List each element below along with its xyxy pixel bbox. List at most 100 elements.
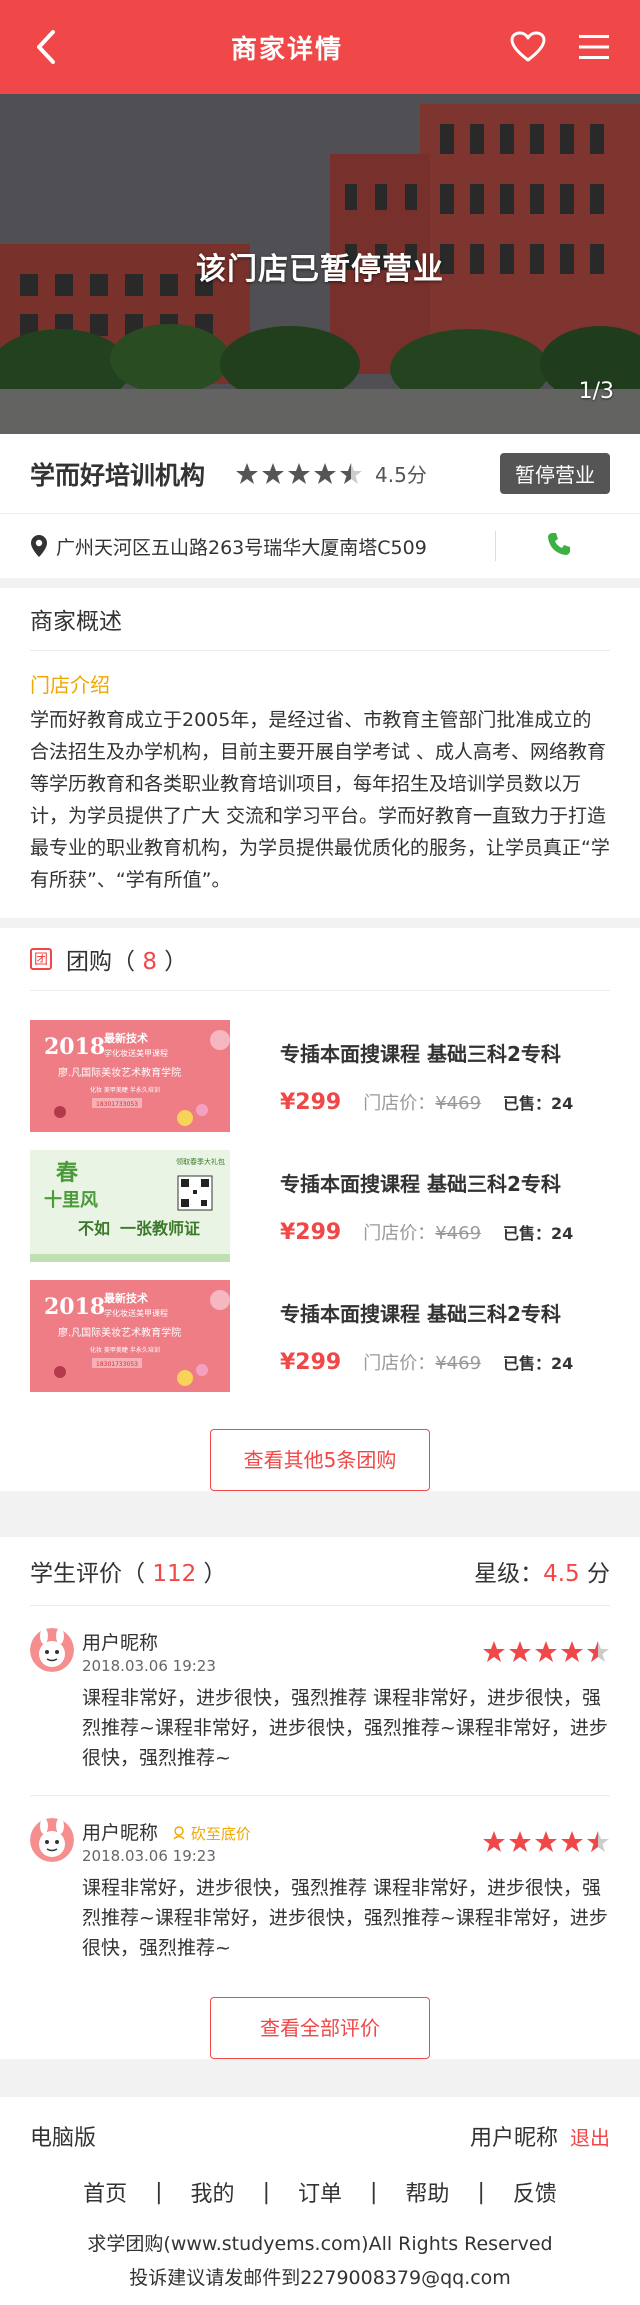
deal-name: 专插本面搜课程 基础三科2专科: [280, 1171, 561, 1196]
section-gap: [0, 1527, 640, 1537]
deal-info: 专插本面搜课程 基础三科2专科 ¥299 门店价：¥469 已售：24: [280, 1038, 610, 1115]
store-price-value: ¥469: [435, 1092, 482, 1114]
shop-info-card: 学而好培训机构 4.5分 暂停营业 广州天河区五山路263号瑞华大厦南塔C509: [0, 434, 640, 578]
user-nickname: 用户昵称: [82, 1632, 159, 1654]
shop-address: 广州天河区五山路263号瑞华大厦南塔C509: [56, 536, 427, 559]
star-half-icon: [340, 462, 363, 484]
carousel-counter: 1/3: [578, 379, 614, 404]
footer-nav-help[interactable]: 帮助: [405, 2176, 449, 2208]
star-full-icon: [509, 1640, 531, 1662]
deal-price: ¥299: [280, 1349, 342, 1375]
phone-icon[interactable]: [546, 531, 572, 561]
page-title: 商家详情: [230, 34, 343, 65]
shop-name: 学而好培训机构: [30, 460, 206, 490]
intro-label: 门店介绍: [30, 673, 110, 697]
group-list: 2018 最新技术 学化妆送美甲课程 廖.凡国际美妆艺术教育学院 化妆 美甲美睫…: [30, 990, 610, 1491]
footer-copyright: 求学团购(www.studyems.com)All Rights Reserve…: [30, 2217, 610, 2305]
overall-star-level: 星级：4.5 分: [474, 1554, 610, 1588]
review-date: 2018.03.06 19:23: [82, 1847, 216, 1865]
deal-name: 专插本面搜课程 基础三科2专科: [280, 1041, 561, 1066]
deal-info: 专插本面搜课程 基础三科2专科 ¥299 门店价：¥469 已售：24: [280, 1168, 610, 1245]
menu-icon[interactable]: [576, 29, 612, 65]
more-deals-button[interactable]: 查看其他5条团购: [210, 1429, 430, 1491]
address-row[interactable]: 广州天河区五山路263号瑞华大厦南塔C509: [0, 514, 640, 578]
store-price-label: 门店价：: [363, 1222, 436, 1244]
group-title-label: 团购: [66, 949, 112, 975]
section-gap: [0, 2087, 640, 2097]
reviews-title-label: 学生评价: [30, 1561, 122, 1587]
group-count: 8: [142, 949, 157, 975]
location-pin-icon: [31, 535, 47, 557]
deal-prices: ¥299 门店价：¥469 已售：24: [280, 1349, 610, 1375]
nav-separator: |: [262, 2179, 270, 2205]
store-price-value: ¥469: [435, 1352, 482, 1374]
star-full-icon: [509, 1830, 531, 1852]
review-item: 用户昵称 砍至底价 2018.03.06 19:23 课程非常好，进步很快，强烈…: [30, 1795, 610, 1985]
store-price: 门店价：¥469: [363, 1219, 481, 1245]
logout-link[interactable]: 退出: [570, 2126, 610, 2150]
store-price-value: ¥469: [435, 1222, 482, 1244]
deal-item[interactable]: 2018 最新技术 学化妆送美甲课程 廖.凡国际美妆艺术教育学院 化妆 美甲美睫…: [30, 1011, 610, 1141]
contact-text: 投诉建议请发邮件到2279008379@qq.com: [129, 2267, 511, 2289]
top-header: 商家详情: [0, 0, 640, 94]
deal-item[interactable]: 春 十里风 不如 一张教师证 领取春季大礼包 专插本面搜课程 基础三科2专科 ¥…: [30, 1141, 610, 1271]
store-price-label: 门店价：: [363, 1092, 436, 1114]
sold-count: 已售：24: [503, 1093, 574, 1113]
store-photo-carousel[interactable]: 该门店已暂停营业 1/3: [0, 94, 640, 434]
section-gap: [0, 578, 640, 588]
star-full-icon: [535, 1640, 557, 1662]
footer-nav-home[interactable]: 首页: [83, 2176, 127, 2208]
deal-image-pink: 2018 最新技术 学化妆送美甲课程 廖.凡国际美妆艺术教育学院 化妆 美甲美睫…: [30, 1280, 230, 1392]
nav-separator: |: [155, 2179, 163, 2205]
footer-nav-mine[interactable]: 我的: [191, 2176, 235, 2208]
avatar[interactable]: [30, 1818, 74, 1862]
pc-version-link[interactable]: 电脑版: [30, 2120, 96, 2152]
nav-separator: |: [477, 2179, 485, 2205]
copyright-text: 求学团购(www.studyems.com)All Rights Reserve…: [87, 2233, 553, 2255]
group-title-text: 团购（ 8 ）: [66, 949, 188, 975]
sold-count: 已售：24: [503, 1353, 574, 1373]
deal-image-line3: 廖.凡国际美妆艺术教育学院: [58, 1326, 181, 1339]
star-level-value: 4.5: [543, 1561, 580, 1587]
star-full-icon: [535, 1830, 557, 1852]
deal-image-line4: 化妆 美甲美睫 半永久培训: [90, 1346, 160, 1354]
deal-image-pink: 2018 最新技术 学化妆送美甲课程 廖.凡国际美妆艺术教育学院 化妆 美甲美睫…: [30, 1020, 230, 1132]
heart-icon[interactable]: [510, 29, 546, 65]
status-badge: 暂停营业: [500, 453, 610, 494]
deal-info: 专插本面搜课程 基础三科2专科 ¥299 门店价：¥469 已售：24: [280, 1298, 610, 1375]
star-full-icon: [561, 1830, 583, 1852]
review-stars: [482, 1818, 610, 1865]
review-meta: 用户昵称 2018.03.06 19:23: [82, 1628, 216, 1675]
deal-price: ¥299: [280, 1089, 342, 1115]
footer-nav-orders[interactable]: 订单: [298, 2176, 342, 2208]
deal-image-year: 2018: [44, 1294, 105, 1320]
header-actions: [510, 29, 612, 65]
deal-item[interactable]: 2018 最新技术 学化妆送美甲课程 廖.凡国际美妆艺术教育学院 化妆 美甲美睫…: [30, 1271, 610, 1401]
store-price: 门店价：¥469: [363, 1089, 481, 1115]
overview-body: 门店介绍 学而好教育成立于2005年，是经过省、市教育主管部门批准成立的合法招生…: [30, 650, 610, 918]
star-level-unit: 分: [587, 1561, 610, 1587]
deal-image-phone: 18301733053: [96, 1361, 138, 1368]
divider: [495, 531, 496, 561]
review-top: 用户昵称 砍至底价 2018.03.06 19:23: [82, 1818, 610, 1865]
deal-image-word4: 一张教师证: [120, 1219, 200, 1238]
star-full-icon: [236, 462, 259, 484]
review-text: 课程非常好，进步很快，强烈推荐 课程非常好，进步很快，强烈推荐~课程非常好，进步…: [82, 1687, 608, 1769]
footer-nav-feedback[interactable]: 反馈: [513, 2176, 557, 2208]
group-title: 团 团购（ 8 ）: [0, 928, 640, 990]
avatar[interactable]: [30, 1628, 74, 1672]
store-price-label: 门店价：: [363, 1352, 436, 1374]
deal-image-word2: 十里风: [44, 1189, 98, 1211]
star-full-icon: [314, 462, 337, 484]
footer-username[interactable]: 用户昵称: [470, 2126, 558, 2151]
deal-image-line1: 最新技术: [104, 1291, 148, 1305]
deal-image-side: 领取春季大礼包: [176, 1157, 225, 1166]
deal-image-line2: 学化妆送美甲课程: [104, 1048, 168, 1058]
review-meta: 用户昵称 砍至底价 2018.03.06 19:23: [82, 1818, 251, 1865]
section-gap: [0, 918, 640, 928]
footer-user: 用户昵称 退出: [470, 2120, 610, 2152]
all-reviews-button[interactable]: 查看全部评价: [210, 1997, 430, 2059]
back-arrow-icon[interactable]: [28, 29, 64, 65]
star-full-icon: [561, 1640, 583, 1662]
footer-nav: 首页 | 我的 | 订单 | 帮助 | 反馈: [30, 2167, 610, 2217]
